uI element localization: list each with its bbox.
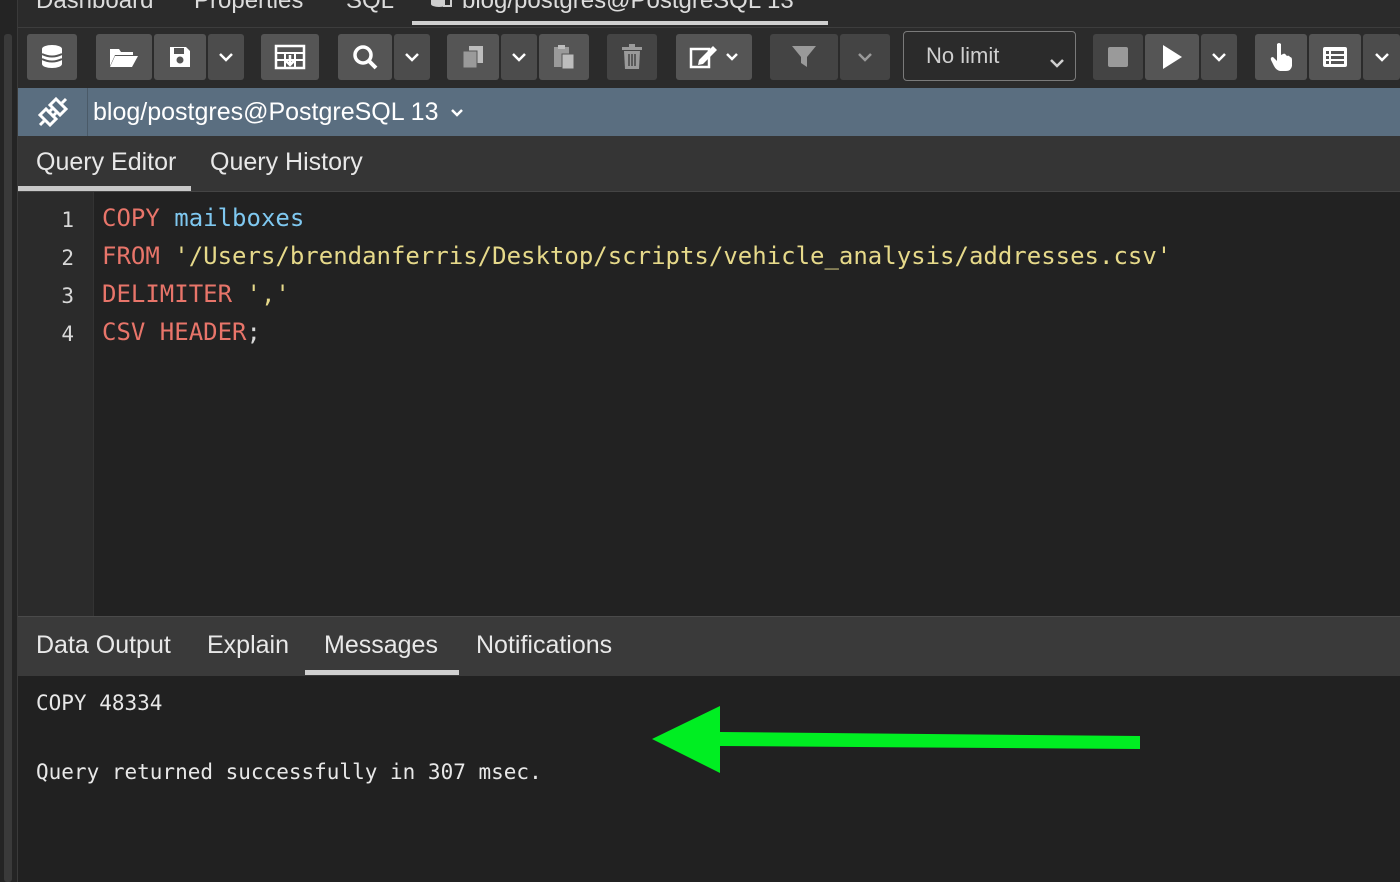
delete-button[interactable]: [607, 34, 657, 80]
connection-status-icon[interactable]: [18, 88, 88, 136]
execute-options-dropdown[interactable]: [1201, 34, 1237, 80]
database-icon: [40, 44, 64, 70]
tab-data-output[interactable]: Data Output: [36, 631, 171, 660]
sql-keyword: DELIMITER: [102, 280, 233, 308]
commit-button[interactable]: [1255, 34, 1307, 80]
chevron-down-icon: [725, 52, 739, 62]
row-limit-value: No limit: [926, 43, 1000, 68]
chevron-down-icon[interactable]: [450, 105, 464, 123]
code-line[interactable]: CSV HEADER;: [102, 318, 261, 346]
chevron-down-icon: [218, 52, 234, 62]
paste-icon: [552, 44, 576, 70]
row-limit-select[interactable]: No limit: [903, 31, 1076, 81]
main-tab-strip: Dashboard Properties SQL blog/postgres@P…: [18, 0, 1400, 28]
chevron-down-icon: [404, 52, 420, 62]
find-options-dropdown[interactable]: [394, 34, 430, 80]
tab-notifications[interactable]: Notifications: [476, 631, 612, 660]
save-icon: [168, 45, 192, 69]
more-options-dropdown[interactable]: [1363, 34, 1400, 80]
download-table-button[interactable]: [261, 34, 319, 80]
database-tab-icon: [430, 0, 452, 16]
filter-options-dropdown[interactable]: [840, 34, 890, 80]
copy-button[interactable]: [447, 34, 499, 80]
find-button[interactable]: [338, 34, 392, 80]
sql-keyword: COPY: [102, 204, 160, 232]
hand-pointer-icon: [1269, 42, 1293, 72]
tab-dashboard[interactable]: Dashboard: [36, 0, 153, 15]
chevron-down-icon: [511, 52, 527, 62]
sql-keyword: FROM: [102, 242, 160, 270]
active-tab-indicator: [18, 186, 191, 191]
chevron-down-icon: [857, 52, 873, 62]
edit-icon: [689, 44, 719, 70]
paste-button[interactable]: [539, 34, 589, 80]
tab-query-tool-label: blog/postgres@PostgreSQL 13: [462, 0, 794, 14]
tab-sql[interactable]: SQL: [346, 0, 394, 15]
code-line[interactable]: DELIMITER ',': [102, 280, 290, 308]
sql-punctuation: ;: [246, 318, 261, 346]
sql-keyword: CSV HEADER: [102, 318, 247, 346]
active-tab-indicator: [305, 670, 459, 675]
trash-icon: [621, 44, 643, 70]
filter-icon: [791, 45, 817, 69]
play-icon: [1161, 44, 1183, 70]
sql-identifier: mailboxes: [159, 204, 305, 232]
editor-tab-strip: Query Editor Query History: [18, 136, 1400, 192]
table-download-icon: [274, 44, 306, 70]
cancel-query-button[interactable]: [1093, 34, 1143, 80]
annotation-arrow: [652, 706, 1140, 773]
chevron-down-icon: [1374, 52, 1390, 62]
tab-query-history[interactable]: Query History: [210, 148, 363, 177]
sql-editor[interactable]: 1 2 3 4 COPY mailboxes FROM '/Users/bren…: [18, 192, 1400, 616]
connection-label[interactable]: blog/postgres@PostgreSQL 13: [93, 98, 438, 127]
line-number: 4: [61, 322, 74, 346]
open-database-button[interactable]: [27, 34, 77, 80]
filter-button[interactable]: [770, 34, 838, 80]
copy-options-dropdown[interactable]: [501, 34, 537, 80]
tab-messages[interactable]: Messages: [324, 631, 438, 660]
messages-panel: COPY 48334 Query returned successfully i…: [18, 676, 1400, 882]
sql-string: '/Users/brendanferris/Desktop/scripts/ve…: [159, 242, 1172, 270]
save-button[interactable]: [154, 34, 206, 80]
result-tab-strip: Data Output Explain Messages Notificatio…: [18, 616, 1400, 676]
scrollbar[interactable]: [4, 34, 12, 882]
tab-explain[interactable]: Explain: [207, 631, 289, 660]
open-file-button[interactable]: [96, 34, 152, 80]
line-number: 2: [61, 246, 74, 270]
edit-button[interactable]: [676, 34, 752, 80]
tab-query-editor[interactable]: Query Editor: [36, 148, 176, 177]
chevron-down-icon: [1049, 48, 1065, 74]
stop-icon: [1107, 46, 1129, 68]
code-line[interactable]: COPY mailboxes: [102, 204, 304, 232]
pgadmin-query-tool: Dashboard Properties SQL blog/postgres@P…: [0, 0, 1400, 882]
search-icon: [352, 44, 378, 70]
chevron-down-icon: [1211, 52, 1227, 62]
execute-button[interactable]: [1145, 34, 1199, 80]
query-toolbar: No limit: [18, 28, 1400, 88]
tab-properties[interactable]: Properties: [194, 0, 303, 15]
tab-query-tool[interactable]: blog/postgres@PostgreSQL 13: [412, 0, 828, 25]
explain-options-button[interactable]: [1309, 34, 1361, 80]
save-options-dropdown[interactable]: [208, 34, 244, 80]
code-line[interactable]: FROM '/Users/brendanferris/Desktop/scrip…: [102, 242, 1171, 270]
folder-open-icon: [109, 45, 139, 69]
line-number-gutter: 1 2 3 4: [18, 192, 94, 616]
list-icon: [1322, 46, 1348, 68]
copy-icon: [461, 44, 485, 70]
connection-bar[interactable]: blog/postgres@PostgreSQL 13: [18, 88, 1400, 136]
sql-string: ',': [232, 280, 290, 308]
left-panel-edge: [0, 0, 18, 882]
line-number: 3: [61, 284, 74, 308]
line-number: 1: [61, 208, 74, 232]
